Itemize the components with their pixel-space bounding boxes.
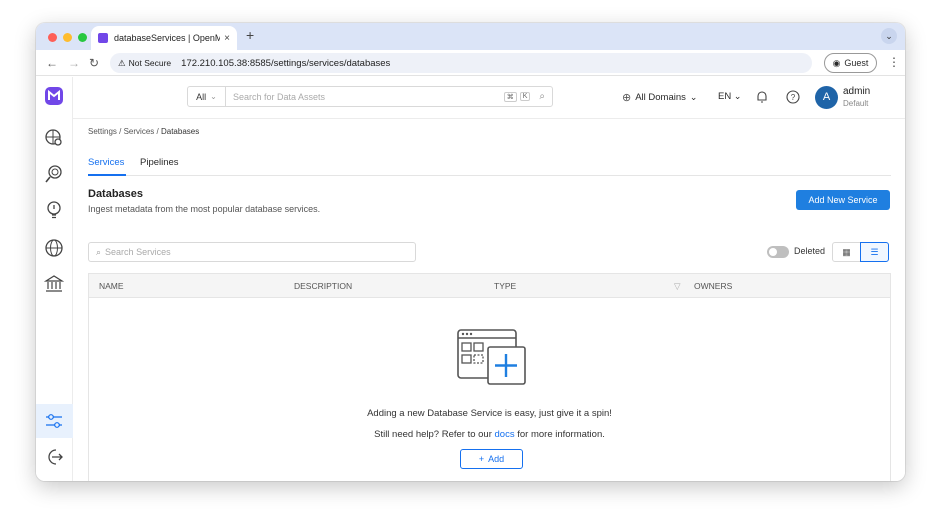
reload-icon[interactable]: ↻ [89, 56, 99, 70]
domain-label: All Domains [635, 92, 686, 103]
domain-selector[interactable]: ⊕ All Domains ⌄ [622, 91, 697, 104]
browser-menu-icon[interactable]: ⋮ [888, 55, 900, 69]
back-arrow-icon[interactable]: ← [46, 56, 58, 70]
add-service-illustration-icon [457, 329, 526, 385]
tab-bar: databaseServices | OpenMet... × + ⌄ [36, 23, 905, 50]
global-search: All ⌄ Search for Data Assets ⌘ K ⌕ [187, 86, 553, 107]
kbd-k-hint: K [519, 92, 531, 101]
chevron-down-icon: ⌄ [210, 92, 217, 101]
address-bar: ← → ↻ ⚠ Not Secure 172.210.105.38:8585/s… [36, 50, 905, 76]
add-service-button[interactable]: + Add [460, 449, 523, 469]
column-header-description: DESCRIPTION [294, 281, 353, 291]
tab-close-icon[interactable]: × [224, 33, 230, 44]
browser-tab[interactable]: databaseServices | OpenMet... × [91, 26, 237, 50]
observability-icon[interactable] [44, 164, 64, 184]
help-text-suffix: for more information. [514, 429, 605, 440]
deleted-label: Deleted [794, 246, 826, 256]
column-header-owners: OWNERS [694, 281, 733, 291]
breadcrumb-settings[interactable]: Settings [88, 127, 117, 136]
not-secure-indicator[interactable]: ⚠ Not Secure [118, 58, 171, 69]
grid-icon: ▦ [842, 246, 851, 257]
globe-icon: ⊕ [622, 92, 632, 104]
global-search-input[interactable]: Search for Data Assets [226, 92, 504, 102]
tab-services[interactable]: Services [88, 157, 124, 168]
page-title: Databases [88, 188, 144, 200]
notification-bell-icon[interactable] [755, 90, 769, 104]
domains-globe-icon[interactable] [44, 238, 64, 258]
window-controls [48, 33, 87, 42]
new-tab-button[interactable]: + [246, 27, 254, 43]
empty-state-message: Adding a new Database Service is easy, j… [367, 408, 612, 419]
search-services-input[interactable]: ⌕ Search Services [88, 242, 416, 262]
language-label: EN [718, 91, 732, 102]
settings-sliders-icon[interactable] [44, 411, 64, 431]
svg-text:?: ? [791, 93, 796, 102]
list-view-button[interactable]: ☰ [860, 242, 889, 262]
table-header: NAME DESCRIPTION TYPE ▽ OWNERS [89, 274, 890, 298]
person-icon: ◉ [832, 57, 841, 68]
tab-search-chevron-icon[interactable]: ⌄ [881, 28, 897, 44]
insights-lightbulb-icon[interactable] [44, 200, 64, 220]
docs-link[interactable]: docs [495, 429, 515, 440]
tab-title: databaseServices | OpenMet... [114, 33, 221, 43]
service-tabs: Services Pipelines [88, 151, 891, 176]
breadcrumb: Settings / Services / Databases [88, 127, 199, 136]
openmetadata-logo-icon[interactable] [44, 86, 64, 106]
help-icon[interactable]: ? [786, 90, 800, 104]
governance-bank-icon[interactable] [44, 274, 64, 294]
filter-icon[interactable]: ▽ [674, 281, 681, 292]
avatar[interactable]: A [815, 86, 838, 109]
maximize-window-button[interactable] [78, 33, 87, 42]
column-header-name: NAME [99, 281, 124, 291]
breadcrumb-databases: Databases [160, 127, 200, 136]
breadcrumb-services[interactable]: Services [124, 127, 155, 136]
url-text: 172.210.105.38:8585/settings/services/da… [181, 57, 391, 69]
column-header-type: TYPE [494, 281, 517, 291]
guest-label: Guest [844, 58, 869, 68]
page-subtitle: Ingest metadata from the most popular da… [88, 204, 321, 214]
user-role: Default [843, 99, 869, 108]
kbd-cmd-icon: ⌘ [503, 91, 517, 102]
minimize-window-button[interactable] [63, 33, 72, 42]
deleted-toggle[interactable] [767, 246, 789, 258]
search-services-placeholder: Search Services [105, 247, 171, 257]
not-secure-label: Not Secure [128, 58, 172, 68]
close-window-button[interactable] [48, 33, 57, 42]
add-new-service-button[interactable]: Add New Service [796, 190, 890, 210]
help-text-prefix: Still need help? Refer to our [374, 429, 495, 440]
url-field[interactable]: ⚠ Not Secure 172.210.105.38:8585/setting… [110, 53, 812, 73]
forward-arrow-icon[interactable]: → [68, 56, 80, 70]
user-name[interactable]: admin [843, 86, 870, 97]
list-icon: ☰ [870, 246, 879, 257]
main-content: Settings / Services / Databases Services… [73, 119, 905, 481]
search-scope-dropdown[interactable]: All ⌄ [188, 87, 226, 106]
plus-icon: + [478, 454, 485, 464]
empty-state-help: Still need help? Refer to our docs for m… [89, 429, 890, 440]
active-tab-underline [88, 174, 126, 176]
chevron-down-icon: ⌄ [689, 92, 698, 102]
browser-window: databaseServices | OpenMet... × + ⌄ ← → … [36, 23, 905, 481]
search-icon[interactable]: ⌕ [539, 91, 545, 102]
guest-profile-button[interactable]: ◉ Guest [824, 53, 877, 73]
explore-icon[interactable] [44, 128, 64, 148]
card-view-button[interactable]: ▦ [832, 242, 861, 262]
warning-icon: ⚠ [118, 57, 126, 68]
search-icon: ⌕ [96, 246, 102, 257]
add-label: Add [488, 454, 505, 464]
tab-pipelines[interactable]: Pipelines [140, 157, 179, 168]
language-selector[interactable]: EN ⌄ [718, 91, 741, 102]
chevron-down-icon: ⌄ [733, 91, 742, 101]
left-sidebar [36, 77, 73, 481]
openmetadata-favicon-icon [98, 33, 108, 43]
logout-icon[interactable] [44, 447, 64, 467]
search-scope-label: All [196, 91, 207, 102]
services-table: NAME DESCRIPTION TYPE ▽ OWNERS Adding a … [88, 273, 891, 481]
app-top-bar: All ⌄ Search for Data Assets ⌘ K ⌕ ⊕ All… [73, 77, 905, 119]
